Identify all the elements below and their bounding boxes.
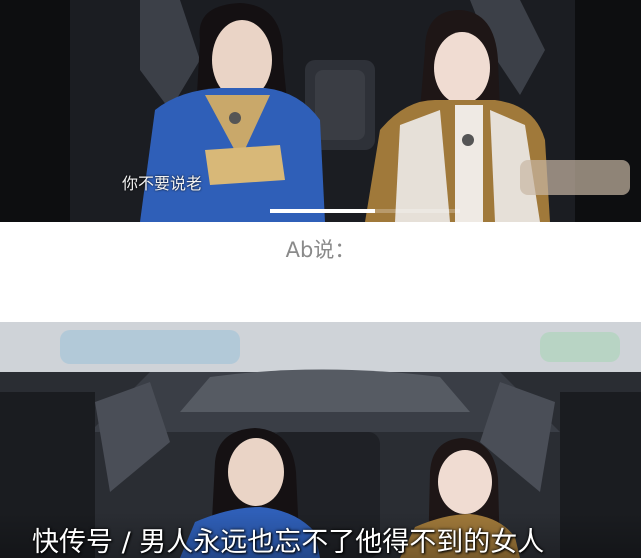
top-video-frame: 你不要说老 bbox=[0, 0, 641, 222]
video-progress-fill bbox=[270, 209, 375, 213]
speaker-label: Ab说： bbox=[285, 238, 356, 262]
top-car-scene bbox=[0, 0, 641, 222]
speaker-panel: Ab说： bbox=[0, 222, 641, 322]
video-progress-bar[interactable] bbox=[270, 209, 460, 213]
video-subtitle: 你不要说老 bbox=[122, 174, 203, 193]
watermark-caption: 快传号 / 男人永远也忘不了他得不到的女人 bbox=[32, 527, 545, 558]
